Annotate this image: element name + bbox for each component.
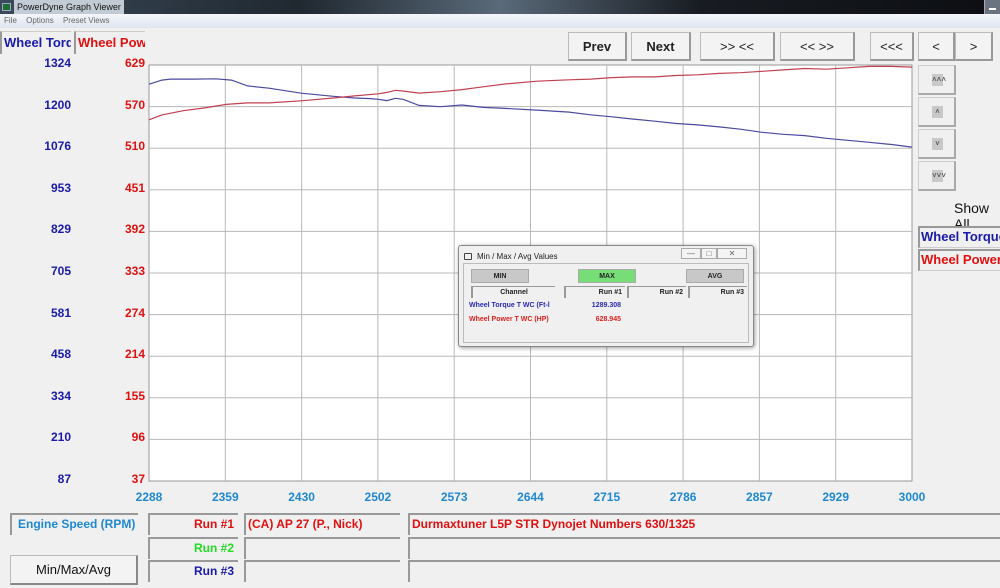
run-1-name[interactable]: (CA) AP 27 (P., Nick)	[244, 513, 400, 535]
column-header-channel: Channel	[471, 286, 555, 298]
chevron-up-icon: ˄	[932, 106, 943, 118]
legend-wheel-power[interactable]: Wheel Power T WC	[918, 249, 1000, 271]
dialog-minimize-button[interactable]: —	[681, 248, 701, 259]
run-1-label: Run #1	[148, 513, 238, 535]
row-channel-wheel-power: Wheel Power T WC (HP)	[469, 316, 549, 323]
run-2-name[interactable]	[244, 537, 400, 559]
row-channel-wheel-torque: Wheel Torque T WC (Ft-l	[469, 302, 550, 309]
run-1-description[interactable]: Durmaxtuner L5P STR Dynojet Numbers 630/…	[408, 513, 1000, 535]
run-3-label: Run #3	[148, 560, 238, 582]
scroll-down-fast-button[interactable]: ˅˅˅	[918, 161, 956, 191]
column-header-run-2: Run #2	[627, 286, 686, 298]
run-3-name[interactable]	[244, 560, 400, 582]
run-2-label: Run #2	[148, 537, 238, 559]
scroll-up-button[interactable]: ˄	[918, 97, 956, 127]
max-tab-button[interactable]: MAX	[578, 269, 636, 283]
legend-wheel-torque[interactable]: Wheel Torque T WC	[918, 226, 1000, 248]
avg-tab-button[interactable]: AVG	[686, 269, 744, 283]
triple-chevron-up-icon: ˄˄˄	[932, 74, 947, 86]
column-header-run-3: Run #3	[688, 286, 747, 298]
chevron-down-icon: ˅	[932, 138, 943, 150]
dialog-title: Min / Max / Avg Values	[477, 252, 558, 261]
min-max-avg-button[interactable]: Min/Max/Avg	[10, 555, 138, 585]
window-icon	[464, 253, 472, 260]
min-tab-button[interactable]: MIN	[471, 269, 529, 283]
min-max-avg-dialog: Min / Max / Avg Values — □ ✕ MIN MAX AVG…	[458, 245, 754, 347]
scroll-down-button[interactable]: ˅	[918, 129, 956, 159]
row-value-wheel-power-run-1: 628.945	[595, 316, 621, 323]
row-value-wheel-torque-run-1: 1289.308	[591, 302, 621, 309]
triple-chevron-down-icon: ˅˅˅	[932, 170, 947, 182]
run-2-description[interactable]	[408, 537, 1000, 559]
x-channel-label[interactable]: Engine Speed (RPM)	[10, 513, 138, 535]
run-3-description[interactable]	[408, 560, 1000, 582]
column-header-run-1: Run #1	[564, 286, 625, 298]
dialog-close-button[interactable]: ✕	[717, 248, 747, 259]
dialog-maximize-button[interactable]: □	[701, 248, 717, 259]
scroll-up-fast-button[interactable]: ˄˄˄	[918, 65, 956, 95]
